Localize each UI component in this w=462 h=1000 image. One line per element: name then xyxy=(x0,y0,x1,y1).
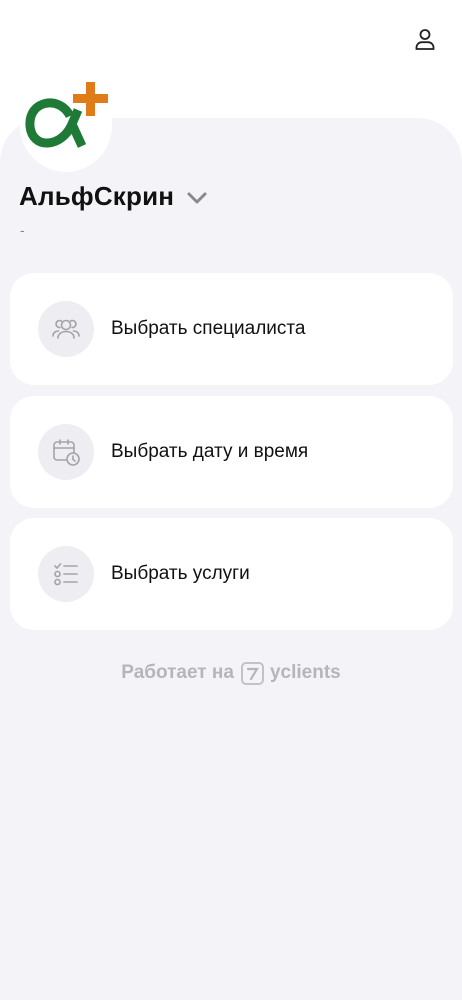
powered-prefix: Работает на xyxy=(121,662,234,683)
profile-button[interactable] xyxy=(406,20,444,58)
company-name: АльфСкрин xyxy=(19,180,175,211)
alpha-plus-logo-icon xyxy=(25,82,108,148)
company-logo xyxy=(20,80,112,172)
select-datetime-card[interactable]: Выбрать дату и время xyxy=(10,396,453,508)
user-icon xyxy=(415,29,435,50)
card-label: Выбрать дату и время xyxy=(111,441,309,462)
select-specialist-card[interactable]: Выбрать специалиста xyxy=(10,273,453,385)
card-label: Выбрать услуги xyxy=(111,563,250,584)
chevron-down-icon xyxy=(186,191,208,205)
checklist-icon xyxy=(38,546,94,602)
company-selector[interactable]: АльфСкрин xyxy=(19,178,208,214)
calendar-clock-icon xyxy=(38,424,94,480)
people-icon xyxy=(38,301,94,357)
yclients-brand: yclients xyxy=(269,662,341,683)
top-bar xyxy=(0,0,462,80)
card-label: Выбрать специалиста xyxy=(111,318,306,339)
powered-by-link[interactable]: Работает на yclients xyxy=(0,656,462,690)
company-subtitle: - xyxy=(20,222,25,238)
select-services-card[interactable]: Выбрать услуги xyxy=(10,518,453,630)
yclients-logo-icon xyxy=(240,661,264,685)
